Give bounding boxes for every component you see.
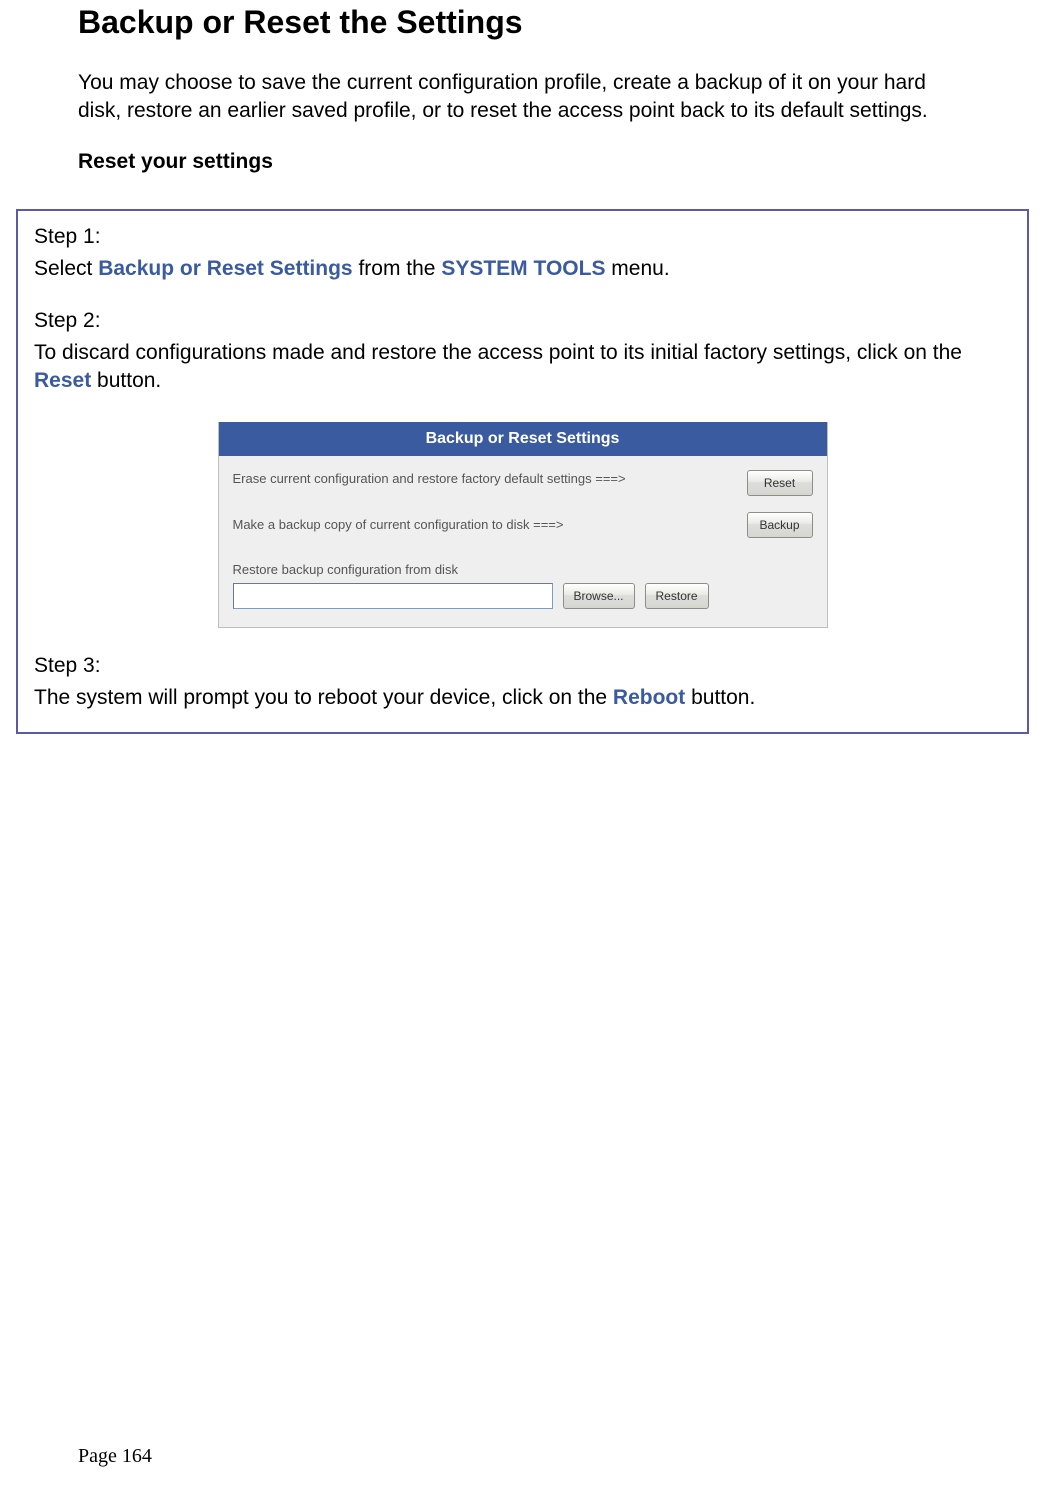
backup-button[interactable]: Backup bbox=[747, 512, 813, 538]
subheading-reset: Reset your settings bbox=[78, 150, 967, 174]
step-1-prefix: Select bbox=[34, 257, 98, 280]
steps-box: Step 1: Select Backup or Reset Settings … bbox=[16, 209, 1029, 734]
step-2-suffix: button. bbox=[91, 369, 161, 392]
row-backup-text: Make a backup copy of current configurat… bbox=[233, 517, 733, 532]
step-1-suffix: menu. bbox=[605, 257, 669, 280]
step-3-label: Step 3: bbox=[34, 654, 1011, 678]
backup-reset-panel: Backup or Reset Settings Erase current c… bbox=[218, 422, 828, 628]
page-number: Page 164 bbox=[78, 1445, 152, 1468]
browse-button[interactable]: Browse... bbox=[563, 583, 635, 609]
step-3-link-reboot: Reboot bbox=[613, 686, 685, 709]
row-erase: Erase current configuration and restore … bbox=[233, 470, 813, 496]
step-2-link-reset: Reset bbox=[34, 369, 91, 392]
step-2-prefix: To discard configurations made and resto… bbox=[34, 341, 962, 364]
widget-screenshot: Backup or Reset Settings Erase current c… bbox=[34, 422, 1011, 628]
restore-button[interactable]: Restore bbox=[645, 583, 709, 609]
step-3-prefix: The system will prompt you to reboot you… bbox=[34, 686, 613, 709]
step-1-text: Select Backup or Reset Settings from the… bbox=[34, 255, 1011, 283]
reset-button[interactable]: Reset bbox=[747, 470, 813, 496]
step-1-menu-system-tools: SYSTEM TOOLS bbox=[441, 257, 605, 280]
step-1-label: Step 1: bbox=[34, 225, 1011, 249]
panel-body: Erase current configuration and restore … bbox=[219, 456, 827, 627]
page-title: Backup or Reset the Settings bbox=[78, 4, 967, 41]
step-1-link-backup-reset: Backup or Reset Settings bbox=[98, 257, 352, 280]
restore-file-input[interactable] bbox=[233, 583, 553, 609]
step-3-text: The system will prompt you to reboot you… bbox=[34, 684, 1011, 712]
row-restore-label: Restore backup configuration from disk bbox=[233, 562, 813, 577]
step-2-label: Step 2: bbox=[34, 309, 1011, 333]
intro-paragraph: You may choose to save the current confi… bbox=[78, 69, 967, 126]
step-1-mid: from the bbox=[353, 257, 442, 280]
row-restore-controls: Browse... Restore bbox=[233, 583, 813, 609]
step-3-suffix: button. bbox=[685, 686, 755, 709]
row-erase-text: Erase current configuration and restore … bbox=[233, 470, 733, 488]
row-backup: Make a backup copy of current configurat… bbox=[233, 512, 813, 538]
panel-title: Backup or Reset Settings bbox=[219, 422, 827, 456]
step-2-text: To discard configurations made and resto… bbox=[34, 339, 1011, 396]
